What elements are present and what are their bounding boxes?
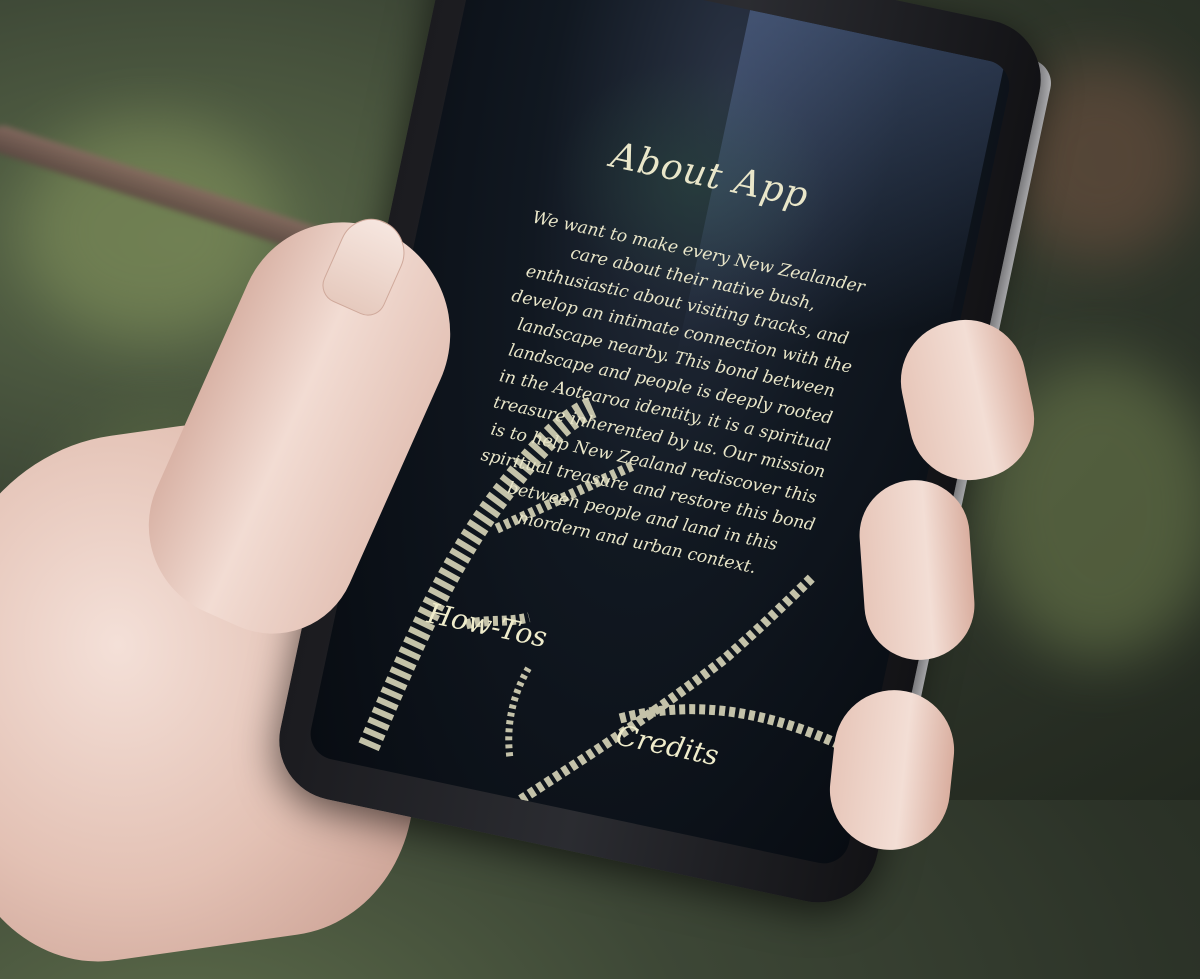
howtos-link[interactable]: How-Tos	[424, 597, 550, 655]
about-description: We want to make every New Zealander care…	[479, 207, 867, 579]
credits-link[interactable]: Credits	[613, 718, 721, 772]
page-title: About App	[607, 134, 813, 217]
hand-finger	[855, 476, 979, 664]
